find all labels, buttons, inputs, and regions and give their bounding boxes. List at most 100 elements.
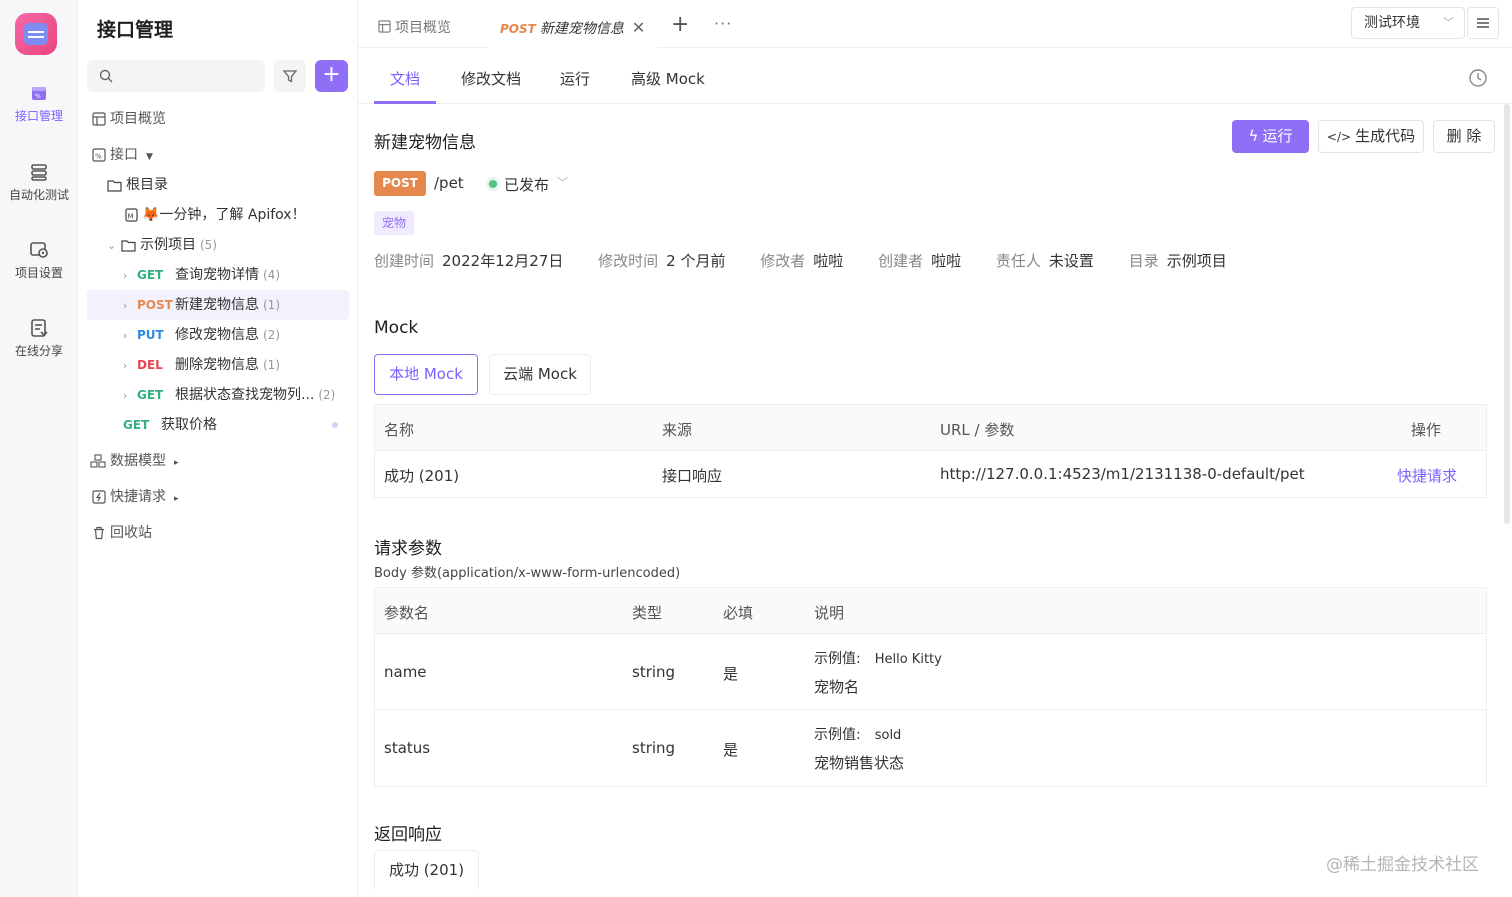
new-tab-button[interactable]: + <box>671 12 689 37</box>
meta-value: 未设置 <box>1048 252 1094 270</box>
mock-url[interactable]: http://127.0.0.1:4523/m1/2131138-0-defau… <box>940 465 1305 483</box>
overview-icon <box>92 112 106 126</box>
tab-label: 项目概览 <box>395 20 451 36</box>
tree-endpoint[interactable]: › GET 查询宠物详情 (4) <box>87 260 349 290</box>
method-badge: GET <box>123 418 150 432</box>
tree-label: 🦊一分钟，了解 Apifox！ <box>142 207 306 223</box>
left-rail: % 接口管理 自动化测试 项目设置 在线分享 <box>0 0 78 897</box>
rail-item-api[interactable]: % 接口管理 <box>0 83 78 124</box>
method-badge: GET <box>137 388 164 402</box>
tab-overview[interactable]: 项目概览 <box>378 0 451 48</box>
filter-button[interactable] <box>274 60 306 92</box>
env-value: 测试环境 <box>1364 15 1420 31</box>
tab-bar: 项目概览 POST 新建宠物信息 ✕ + ··· 测试环境 ﹀ <box>358 0 1512 48</box>
tab-label: 新建宠物信息 <box>539 21 624 37</box>
sidebar-item-label: 项目概览 <box>110 111 166 127</box>
tab-advanced-mock[interactable]: 高级 Mock <box>631 68 705 89</box>
tree-intro-doc[interactable]: M 🦊一分钟，了解 Apifox！ <box>87 200 349 230</box>
param-desc: 宠物名 <box>814 678 860 696</box>
tab-local-mock[interactable]: 本地 Mock <box>374 354 478 395</box>
code-icon: </> <box>1326 130 1352 144</box>
caret-down-icon: ▼ <box>146 152 153 162</box>
caret-right-icon: ▸ <box>174 494 179 504</box>
example-label: 示例值: <box>814 651 861 667</box>
tab-cloud-mock[interactable]: 云端 Mock <box>489 354 591 395</box>
chevron-right-icon[interactable]: › <box>123 351 137 381</box>
sidebar-item-label: 数据模型 <box>110 453 166 469</box>
method-badge: POST <box>137 298 173 312</box>
sidebar-item-recycle[interactable]: 回收站 <box>87 518 349 548</box>
method-badge: DEL <box>137 358 163 372</box>
tab-doc[interactable]: 文档 <box>390 68 420 89</box>
param-example: 示例值: Hello Kitty <box>814 648 942 668</box>
tab-edit-doc[interactable]: 修改文档 <box>461 68 521 89</box>
caret-right-icon: ▸ <box>174 458 179 468</box>
plus-icon: + <box>322 62 341 87</box>
close-icon[interactable]: ✕ <box>632 18 645 37</box>
generate-code-button[interactable]: </> 生成代码 <box>1318 120 1424 153</box>
tree-endpoint[interactable]: › DEL 删除宠物信息 (1) <box>87 350 349 380</box>
meta-value: 2022年12月27日 <box>442 252 564 270</box>
param-name: status <box>384 739 431 757</box>
filter-icon <box>282 70 298 83</box>
tree-count: (2) <box>263 328 280 342</box>
tree-folder[interactable]: ⌄ 示例项目 (5) <box>87 230 349 260</box>
sidebar-item-api[interactable]: % 接口 ▼ <box>87 140 349 170</box>
add-button[interactable]: + <box>315 60 348 92</box>
meta-key: 修改者 <box>760 252 806 270</box>
chevron-down-icon[interactable]: ⌄ <box>107 231 121 261</box>
rail-item-share[interactable]: 在线分享 <box>0 318 78 359</box>
status-select[interactable]: 已发布 <box>504 174 549 195</box>
sidebar-item-label: 接口 <box>110 147 138 163</box>
chevron-right-icon[interactable]: › <box>123 381 137 411</box>
table-header: 名称 来源 URL / 参数 操作 <box>375 405 1486 451</box>
chevron-right-icon[interactable]: › <box>123 321 137 351</box>
app-logo[interactable] <box>15 13 57 55</box>
menu-button[interactable] <box>1467 7 1499 39</box>
example-value: sold <box>874 728 902 743</box>
share-icon <box>31 319 48 337</box>
tab-run[interactable]: 运行 <box>560 68 590 89</box>
tree-count: (5) <box>200 238 217 252</box>
quick-request-link[interactable]: 快捷请求 <box>1397 465 1457 486</box>
method-badge: PUT <box>137 328 164 342</box>
params-table: 参数名 类型 必填 说明 name string 是 示例值: Hello Kit… <box>374 587 1487 787</box>
example-value: Hello Kitty <box>874 652 942 667</box>
tree-endpoint[interactable]: GET 获取价格 <box>87 410 349 440</box>
delete-button[interactable]: 删 除 <box>1433 120 1495 153</box>
tree-root-dir[interactable]: 根目录 <box>87 170 349 200</box>
chevron-down-icon[interactable]: ﹀ <box>557 174 568 190</box>
tree-endpoint-selected[interactable]: › POST 新建宠物信息 (1) <box>87 290 349 320</box>
run-button[interactable]: ϟ 运行 <box>1232 120 1309 153</box>
rail-item-test[interactable]: 自动化测试 <box>0 162 78 203</box>
rail-label: 接口管理 <box>14 109 63 123</box>
section-title-mock: Mock <box>374 318 419 338</box>
env-select[interactable]: 测试环境 ﹀ <box>1351 7 1465 39</box>
sidebar-item-overview[interactable]: 项目概览 <box>87 104 349 134</box>
history-icon[interactable] <box>1468 68 1488 88</box>
rail-item-settings[interactable]: 项目设置 <box>0 240 78 281</box>
more-tabs-button[interactable]: ··· <box>714 14 732 33</box>
search-input[interactable] <box>87 60 265 92</box>
doc-tabs: 文档 修改文档 运行 高级 Mock <box>358 48 1512 104</box>
api-icon: % <box>32 87 46 100</box>
sidebar-item-quick-request[interactable]: 快捷请求 ▸ <box>87 482 349 512</box>
meta-key: 创建时间 <box>374 252 435 270</box>
folder-icon <box>121 239 136 252</box>
plus-icon: + <box>671 12 690 37</box>
tree-label: 新建宠物信息 <box>175 297 259 313</box>
tab-response-201[interactable]: 成功 (201) <box>374 850 479 890</box>
tab-active-endpoint[interactable]: POST 新建宠物信息 ✕ <box>488 0 658 48</box>
tree-endpoint[interactable]: › PUT 修改宠物信息 (2) <box>87 320 349 350</box>
param-type: string <box>632 663 676 681</box>
api-icon: % <box>92 148 106 162</box>
scrollbar[interactable] <box>1504 104 1510 524</box>
chevron-right-icon[interactable]: › <box>123 261 137 291</box>
tree-endpoint[interactable]: › GET 根据状态查找宠物列... (2) <box>87 380 349 410</box>
param-desc: 宠物销售状态 <box>814 754 905 772</box>
sidebar-item-data-model[interactable]: 数据模型 ▸ <box>87 446 349 476</box>
status-dot <box>489 180 497 188</box>
param-type: string <box>632 739 676 757</box>
chevron-right-icon[interactable]: › <box>123 291 137 321</box>
folder-icon <box>107 179 122 192</box>
